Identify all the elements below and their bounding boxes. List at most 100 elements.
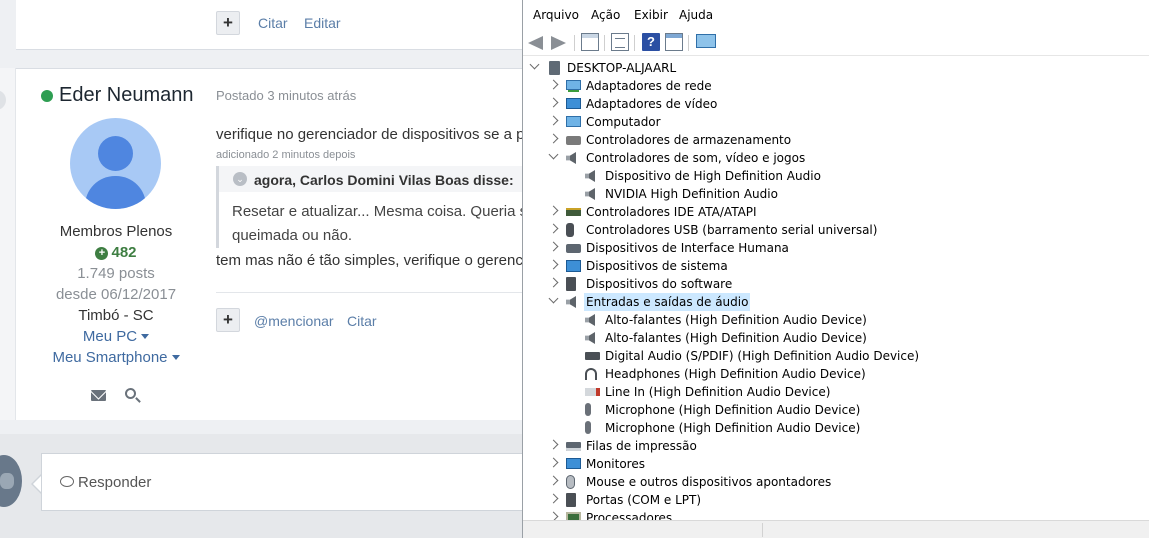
device-item[interactable]: Digital Audio (S/PDIF) (High Definition … xyxy=(523,347,1149,365)
mention-link[interactable]: @mencionar xyxy=(254,313,334,329)
tree-item-label[interactable]: Monitores xyxy=(584,455,647,473)
device-category[interactable]: Controladores de armazenamento xyxy=(523,131,1149,149)
device-category[interactable]: Dispositivos do software xyxy=(523,275,1149,293)
help-icon[interactable]: ? xyxy=(642,33,660,51)
chevron-right-icon[interactable] xyxy=(548,133,559,144)
tree-item-label[interactable]: Adaptadores de vídeo xyxy=(584,95,719,113)
tree-item-label[interactable]: Filas de impressão xyxy=(584,437,699,455)
quote-link[interactable]: Citar xyxy=(347,313,377,329)
tree-item-label[interactable]: Portas (COM e LPT) xyxy=(584,491,703,509)
chevron-right-icon[interactable] xyxy=(548,115,559,126)
device-category[interactable]: Dispositivos de sistema xyxy=(523,257,1149,275)
multiquote-plus-button[interactable]: + xyxy=(216,11,240,35)
chevron-right-icon[interactable] xyxy=(548,493,559,504)
tree-item-label[interactable]: Headphones (High Definition Audio Device… xyxy=(603,365,868,383)
device-category[interactable]: Portas (COM e LPT) xyxy=(523,491,1149,509)
search-icon[interactable] xyxy=(125,388,136,399)
chevron-right-icon[interactable] xyxy=(548,439,559,450)
tree-item-label[interactable]: Dispositivo de High Definition Audio xyxy=(603,167,823,185)
device-category[interactable]: Entradas e saídas de áudio xyxy=(523,293,1149,311)
device-category[interactable]: Adaptadores de rede xyxy=(523,77,1149,95)
menu-arquivo[interactable]: Arquivo xyxy=(533,8,579,22)
speaker-icon xyxy=(585,332,595,344)
scan-hardware-monitor-icon[interactable] xyxy=(696,34,716,48)
properties-icon[interactable] xyxy=(611,33,629,51)
device-category[interactable]: Processadores xyxy=(523,509,1149,520)
chevron-right-icon[interactable] xyxy=(548,277,559,288)
line-in-icon xyxy=(585,388,600,396)
device-category[interactable]: Controladores IDE ATA/ATAPI xyxy=(523,203,1149,221)
forward-arrow-icon[interactable] xyxy=(551,36,566,50)
chevron-right-icon[interactable] xyxy=(548,259,559,270)
device-category[interactable]: Controladores USB (barramento serial uni… xyxy=(523,221,1149,239)
tree-item-label[interactable]: Microphone (High Definition Audio Device… xyxy=(603,401,862,419)
device-category[interactable]: Controladores de som, vídeo e jogos xyxy=(523,149,1149,167)
device-item[interactable]: Alto-falantes (High Definition Audio Dev… xyxy=(523,329,1149,347)
tree-item-label[interactable]: Alto-falantes (High Definition Audio Dev… xyxy=(603,311,869,329)
action-pane-icon[interactable] xyxy=(665,33,683,51)
device-category[interactable]: Dispositivos de Interface Humana xyxy=(523,239,1149,257)
device-category[interactable]: Adaptadores de vídeo xyxy=(523,95,1149,113)
device-item[interactable]: Line In (High Definition Audio Device) xyxy=(523,383,1149,401)
chevron-down-icon[interactable] xyxy=(548,293,559,304)
chevron-right-icon[interactable] xyxy=(548,79,559,90)
tree-item-label[interactable]: Dispositivos de sistema xyxy=(584,257,730,275)
device-item[interactable]: Headphones (High Definition Audio Device… xyxy=(523,365,1149,383)
tree-root[interactable]: DESKTOP-ALJAARL xyxy=(523,59,1149,77)
printer-icon xyxy=(566,442,581,451)
tree-item-label[interactable]: Controladores USB (barramento serial uni… xyxy=(584,221,879,239)
show-hide-console-tree-icon[interactable] xyxy=(581,33,599,51)
tree-item-label[interactable]: DESKTOP-ALJAARL xyxy=(565,59,678,77)
tree-item-label[interactable]: Processadores xyxy=(584,509,674,520)
chevron-right-icon[interactable] xyxy=(548,205,559,216)
device-item[interactable]: Alto-falantes (High Definition Audio Dev… xyxy=(523,311,1149,329)
reply-placeholder[interactable]: Responder xyxy=(78,474,151,491)
device-category[interactable]: Monitores xyxy=(523,455,1149,473)
chevron-right-icon[interactable] xyxy=(548,97,559,108)
post-timestamp[interactable]: Postado 3 minutos atrás xyxy=(216,88,356,103)
chevron-right-icon[interactable] xyxy=(548,475,559,486)
multiquote-plus-button[interactable]: + xyxy=(216,308,240,332)
chevron-right-icon[interactable] xyxy=(548,511,559,520)
device-category[interactable]: Filas de impressão xyxy=(523,437,1149,455)
tree-item-label[interactable]: Mouse e outros dispositivos apontadores xyxy=(584,473,833,491)
chevron-down-icon[interactable] xyxy=(529,59,540,70)
tree-item-label[interactable]: Computador xyxy=(584,113,663,131)
device-item[interactable]: Microphone (High Definition Audio Device… xyxy=(523,401,1149,419)
device-item[interactable]: NVIDIA High Definition Audio xyxy=(523,185,1149,203)
menu-acao[interactable]: Ação xyxy=(591,8,620,22)
tree-item-label[interactable]: Dispositivos de Interface Humana xyxy=(584,239,791,257)
computer-icon xyxy=(566,116,581,127)
tree-item-label[interactable]: Controladores de som, vídeo e jogos xyxy=(584,149,807,167)
envelope-icon[interactable] xyxy=(91,390,106,401)
tree-item-label[interactable]: Digital Audio (S/PDIF) (High Definition … xyxy=(603,347,921,365)
menu-ajuda[interactable]: Ajuda xyxy=(679,8,713,22)
chevron-down-icon[interactable] xyxy=(548,149,559,160)
author-avatar[interactable] xyxy=(70,118,161,209)
device-item[interactable]: Dispositivo de High Definition Audio xyxy=(523,167,1149,185)
chevron-right-icon[interactable] xyxy=(548,223,559,234)
chevron-down-icon[interactable]: ⌄ xyxy=(233,172,247,186)
tree-item-label[interactable]: Entradas e saídas de áudio xyxy=(584,293,751,311)
tree-item-label[interactable]: Controladores de armazenamento xyxy=(584,131,793,149)
device-category[interactable]: Computador xyxy=(523,113,1149,131)
back-arrow-icon[interactable] xyxy=(528,36,543,50)
chevron-right-icon[interactable] xyxy=(548,241,559,252)
tree-item-label[interactable]: Dispositivos do software xyxy=(584,275,734,293)
tree-item-label[interactable]: Line In (High Definition Audio Device) xyxy=(603,383,832,401)
tree-item-label[interactable]: Controladores IDE ATA/ATAPI xyxy=(584,203,759,221)
tree-item-label[interactable]: Microphone (High Definition Audio Device… xyxy=(603,419,862,437)
quote-link[interactable]: Citar xyxy=(258,15,288,31)
device-category[interactable]: Mouse e outros dispositivos apontadores xyxy=(523,473,1149,491)
device-item[interactable]: Microphone (High Definition Audio Device… xyxy=(523,419,1149,437)
tree-item-label[interactable]: NVIDIA High Definition Audio xyxy=(603,185,780,203)
device-tree[interactable]: DESKTOP-ALJAARL Adaptadores de rede Adapta… xyxy=(523,58,1149,520)
edit-link[interactable]: Editar xyxy=(304,15,341,31)
tree-item-label[interactable]: Adaptadores de rede xyxy=(584,77,714,95)
my-smartphone-dropdown[interactable]: Meu Smartphone xyxy=(16,349,216,366)
post-author-name[interactable]: Eder Neumann xyxy=(59,84,194,107)
chevron-right-icon[interactable] xyxy=(548,457,559,468)
my-pc-dropdown[interactable]: Meu PC xyxy=(16,328,216,345)
tree-item-label[interactable]: Alto-falantes (High Definition Audio Dev… xyxy=(603,329,869,347)
menu-exibir[interactable]: Exibir xyxy=(634,8,668,22)
